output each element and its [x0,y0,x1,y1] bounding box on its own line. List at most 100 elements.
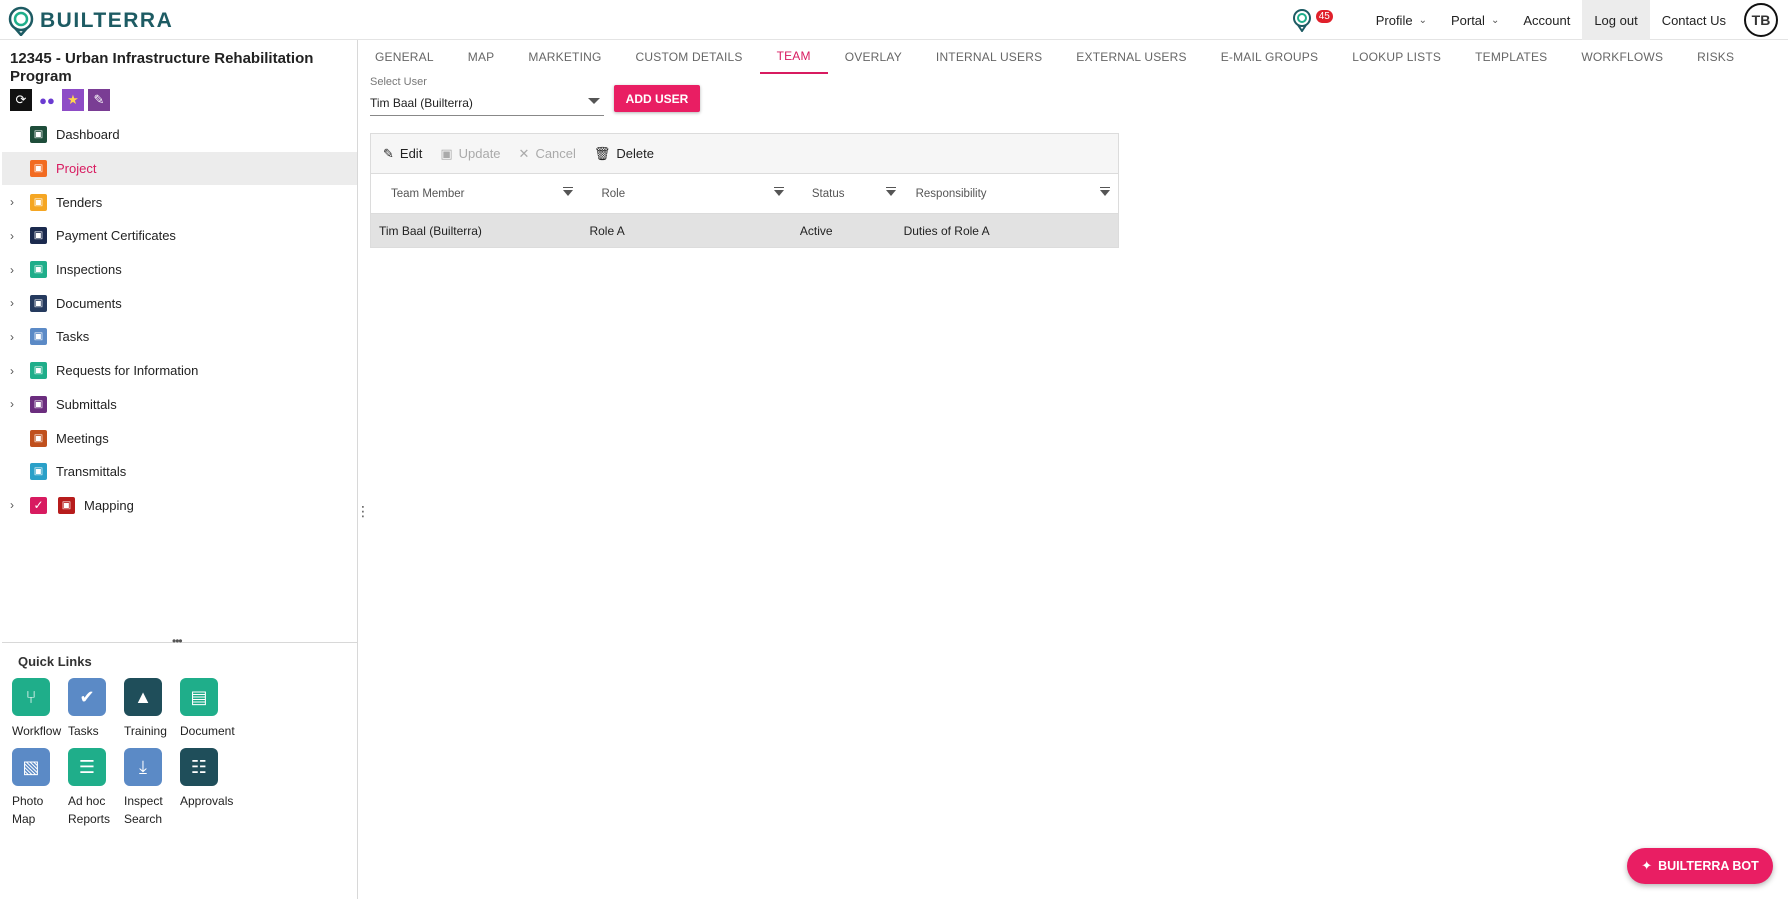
sidebar-item-submittals[interactable]: › ▣ Submittals [2,388,357,422]
graduation-cap-icon: ▲ [124,678,162,716]
filter-icon[interactable] [773,186,784,196]
filter-icon[interactable] [1100,186,1111,196]
refresh-icon[interactable]: ⟳ [10,89,32,111]
top-bar: BUILTERRA 45 Profile ⌄ Portal ⌄ Account … [0,0,1788,40]
profile-menu[interactable]: Profile ⌄ [1364,0,1439,40]
column-header-status[interactable]: Status [792,174,904,214]
tab-workflows[interactable]: WORKFLOWS [1564,40,1680,74]
team-icon[interactable]: ●● [36,89,58,111]
quick-link-label: Ad hoc Reports [68,794,111,826]
transmittals-icon: ▣ [30,463,47,481]
tab-lookup-lists[interactable]: LOOKUP LISTS [1335,40,1458,74]
sidebar-item-label: Inspections [56,262,122,278]
table-row[interactable]: Tim Baal (Builterra) Role A Active Duties o… [371,214,1118,247]
quick-link-workflow[interactable]: ⑂ Workflow [12,678,72,740]
chevron-right-icon[interactable]: › [10,498,14,512]
tab-e-mail-groups[interactable]: E-MAIL GROUPS [1204,40,1336,74]
tab-team[interactable]: TEAM [759,40,828,74]
image-icon: ▧ [12,748,50,786]
quick-link-photo-map[interactable]: ▧ Photo Map [12,748,72,828]
builterra-bot-button[interactable]: ✦ BUILTERRA BOT [1627,848,1773,884]
column-header-label: Status [811,187,845,200]
chevron-right-icon[interactable]: › [10,229,14,243]
select-user-label: Select User [370,76,427,88]
quick-link-ad-hoc-reports[interactable]: ☰ Ad hoc Reports [68,748,128,828]
chevron-right-icon[interactable]: › [10,364,14,378]
sidebar-item-payment-certificates[interactable]: › ▣ Payment Certificates [2,219,357,253]
sidebar-item-transmittals[interactable]: ▣ Transmittals [2,455,357,489]
table-cell: Tim Baal (Builterra) [379,223,482,238]
portal-menu[interactable]: Portal ⌄ [1439,0,1511,40]
trash-icon: 🗑 [593,145,611,161]
select-user-dropdown[interactable]: Tim Baal (Builterra) [370,91,604,116]
update-button[interactable]: ▣ Update [440,146,500,162]
chevron-right-icon[interactable]: › [10,397,14,411]
cancel-button[interactable]: ✕ Cancel [519,146,576,162]
edit-button[interactable]: ✎ Edit [383,146,422,162]
brand-logo[interactable]: BUILTERRA [6,6,173,36]
builterra-signal-icon[interactable] [1290,8,1314,32]
tab-overlay[interactable]: OVERLAY [828,40,919,74]
column-header-label: Role [601,187,626,200]
sidebar-item-meetings[interactable]: ▣ Meetings [2,421,357,455]
chevron-right-icon[interactable]: › [10,195,14,209]
contact-link[interactable]: Contact Us [1650,0,1738,40]
tab-external-users[interactable]: EXTERNAL USERS [1059,40,1203,74]
sidebar-item-documents[interactable]: › ▣ Documents [2,286,357,320]
table-cell: Duties of Role A [903,223,990,238]
chevron-right-icon[interactable]: › [10,296,14,310]
builterra-logo-icon [8,6,34,36]
sidebar-item-inspections[interactable]: › ▣ Inspections [2,253,357,287]
column-header-role[interactable]: Role [581,174,791,214]
sidebar-item-project[interactable]: ▣ Project [2,151,357,186]
sidebar-item-label: Project [56,161,97,177]
quick-link-label: Tasks [68,724,99,738]
tab-map[interactable]: MAP [451,40,512,74]
sidebar-resize-handle[interactable]: ⋮ [356,503,370,520]
quick-link-inspect-search[interactable]: ⤓ Inspect Search [124,748,184,828]
chevron-right-icon[interactable]: › [10,263,14,277]
sidebar-item-label: Documents [56,295,122,311]
tab-custom-details[interactable]: CUSTOM DETAILS [619,40,760,74]
sidebar-item-requests-for-information[interactable]: › ▣ Requests for Information [2,354,357,388]
column-header-team-member[interactable]: Team Member [371,174,581,214]
submittals-icon: ▣ [30,395,47,413]
brand-name: BUILTERRA [40,9,174,32]
sidebar-item-label: Transmittals [56,464,127,480]
sidebar-item-tasks[interactable]: › ▣ Tasks [2,320,357,354]
tab-marketing[interactable]: MARKETING [511,40,618,74]
tab-general[interactable]: GENERAL [358,40,451,74]
project-icon: ▣ [30,160,47,178]
account-link[interactable]: Account [1511,0,1582,40]
tenders-icon: ▣ [30,193,47,211]
column-header-responsibility[interactable]: Responsibility [904,174,1118,214]
logout-link[interactable]: Log out [1582,0,1650,40]
avatar[interactable]: TB [1744,3,1778,37]
edit-label: Edit [399,146,423,161]
quick-link-label: Approvals [180,794,234,808]
add-user-button[interactable]: ADD USER [614,85,700,112]
tab-risks[interactable]: RISKS [1680,40,1751,74]
sidebar-item-mapping[interactable]: › ✓ ▣ Mapping [2,489,357,523]
quick-link-document[interactable]: ▤ Document [180,678,240,740]
filter-icon[interactable] [563,186,574,196]
chevron-right-icon[interactable]: › [10,330,14,344]
sidebar-item-tenders[interactable]: › ▣ Tenders [2,185,357,219]
quick-link-label: Inspect Search [124,794,163,826]
sidebar-tree: ▣ Dashboard ▣ Project › ▣ Tenders › ▣ Payment Cer… [2,118,357,522]
panel-resize-handle[interactable]: ••• [172,634,183,648]
quick-link-tasks[interactable]: ✔ Tasks [68,678,128,740]
close-icon: ✕ [518,145,530,161]
star-icon[interactable]: ★ [62,89,84,111]
sidebar-item-label: Payment Certificates [56,228,176,244]
edit-note-icon[interactable]: ✎ [88,89,110,111]
delete-button[interactable]: 🗑 Delete [594,146,654,162]
sidebar-item-dashboard[interactable]: ▣ Dashboard [2,118,357,152]
quick-link-training[interactable]: ▲ Training [124,678,184,740]
filter-icon[interactable] [885,186,896,196]
sidebar: 12345 - Urban Infrastructure Rehabilitat… [0,40,370,899]
quick-link-approvals[interactable]: ☷ Approvals [180,748,240,810]
tab-internal-users[interactable]: INTERNAL USERS [919,40,1059,74]
checkbox-icon[interactable]: ✓ [30,496,47,514]
tab-templates[interactable]: TEMPLATES [1458,40,1564,74]
